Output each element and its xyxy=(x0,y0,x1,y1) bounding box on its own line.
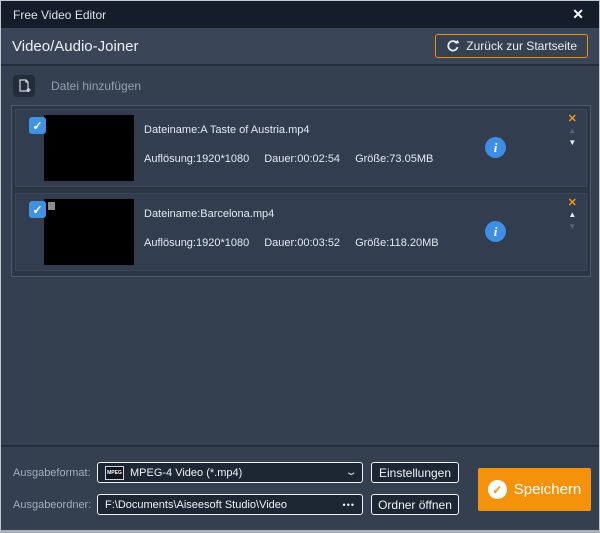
add-file-icon xyxy=(17,79,31,93)
file-duration: Dauer:00:03:52 xyxy=(264,237,340,249)
close-icon[interactable]: ✕ xyxy=(569,6,587,23)
chevron-down-icon: ⌄ xyxy=(344,467,357,478)
file-size: Größe:73.05MB xyxy=(355,153,433,165)
file-name: Dateiname:Barcelona.mp4 xyxy=(144,208,274,220)
app-window: Free Video Editor ✕ Video/Audio-Joiner Z… xyxy=(0,0,600,533)
file-duration: Dauer:00:02:54 xyxy=(264,153,340,165)
header: Video/Audio-Joiner Zurück zur Startseite xyxy=(1,28,599,66)
back-to-home-icon xyxy=(446,39,460,53)
check-icon: ✓ xyxy=(32,119,42,133)
output-format-label: Ausgabeformat: xyxy=(13,467,91,479)
file-checkbox[interactable]: ✓ xyxy=(29,201,46,218)
info-icon[interactable]: i xyxy=(485,137,506,158)
window-title: Free Video Editor xyxy=(13,8,106,22)
file-meta: Auflösung:1920*1080 Dauer:00:03:52 Größe:1… xyxy=(144,237,454,249)
file-name: Dateiname:A Taste of Austria.mp4 xyxy=(144,124,310,136)
file-row-1: ✓ Dateiname:A Taste of Austria.mp4 Auflö… xyxy=(15,109,587,187)
save-button[interactable]: ✓ Speichern xyxy=(478,468,591,511)
open-folder-button[interactable]: Ordner öffnen xyxy=(371,494,459,515)
row-controls: ✕ ▲ ▼ xyxy=(568,197,577,233)
file-list: ✓ Dateiname:A Taste of Austria.mp4 Auflö… xyxy=(11,105,591,277)
row-controls: ✕ ▲ ▼ xyxy=(568,113,577,149)
move-up-icon[interactable]: ▲ xyxy=(568,125,576,137)
file-resolution: Auflösung:1920*1080 xyxy=(144,153,249,165)
mpeg-format-icon: MPEG xyxy=(105,466,124,480)
file-size: Größe:118.20MB xyxy=(355,237,439,249)
output-format-select[interactable]: MPEG MPEG-4 Video (*.mp4) ⌄ xyxy=(97,462,363,483)
add-file-label: Datei hinzufügen xyxy=(51,79,141,93)
output-format-value: MPEG-4 Video (*.mp4) xyxy=(130,467,242,479)
settings-button-label: Einstellungen xyxy=(379,466,451,480)
move-down-icon[interactable]: ▼ xyxy=(568,221,576,233)
file-row-2: ✓ Dateiname:Barcelona.mp4 Auflösung:1920… xyxy=(15,193,587,271)
settings-button[interactable]: Einstellungen xyxy=(371,462,459,483)
remove-file-icon[interactable]: ✕ xyxy=(568,113,577,125)
output-folder-input[interactable]: F:\Documents\Aiseesoft Studio\Video ••• xyxy=(97,494,363,515)
video-thumbnail xyxy=(44,199,134,265)
page-title: Video/Audio-Joiner xyxy=(12,38,138,55)
output-folder-label: Ausgabeordner: xyxy=(13,499,91,511)
open-folder-button-label: Ordner öffnen xyxy=(378,498,452,512)
back-to-home-button[interactable]: Zurück zur Startseite xyxy=(435,34,588,58)
file-meta: Auflösung:1920*1080 Dauer:00:02:54 Größe:7… xyxy=(144,153,448,165)
output-folder-value: F:\Documents\Aiseesoft Studio\Video xyxy=(105,499,287,511)
add-file-button[interactable] xyxy=(13,75,35,97)
video-thumbnail xyxy=(44,115,134,181)
remove-file-icon[interactable]: ✕ xyxy=(568,197,577,209)
thumbnail-watermark xyxy=(48,202,55,210)
info-icon[interactable]: i xyxy=(485,221,506,242)
browse-folder-button[interactable]: ••• xyxy=(343,500,355,510)
file-resolution: Auflösung:1920*1080 xyxy=(144,237,249,249)
back-to-home-label: Zurück zur Startseite xyxy=(466,39,577,53)
save-check-icon: ✓ xyxy=(488,480,507,499)
bottom-separator xyxy=(1,445,599,447)
save-button-label: Speichern xyxy=(514,481,582,498)
title-bar: Free Video Editor ✕ xyxy=(1,1,599,28)
move-down-icon[interactable]: ▼ xyxy=(568,137,576,149)
move-up-icon[interactable]: ▲ xyxy=(568,209,576,221)
check-icon: ✓ xyxy=(32,203,42,217)
file-checkbox[interactable]: ✓ xyxy=(29,117,46,134)
add-file-row: Datei hinzufügen xyxy=(13,75,141,97)
